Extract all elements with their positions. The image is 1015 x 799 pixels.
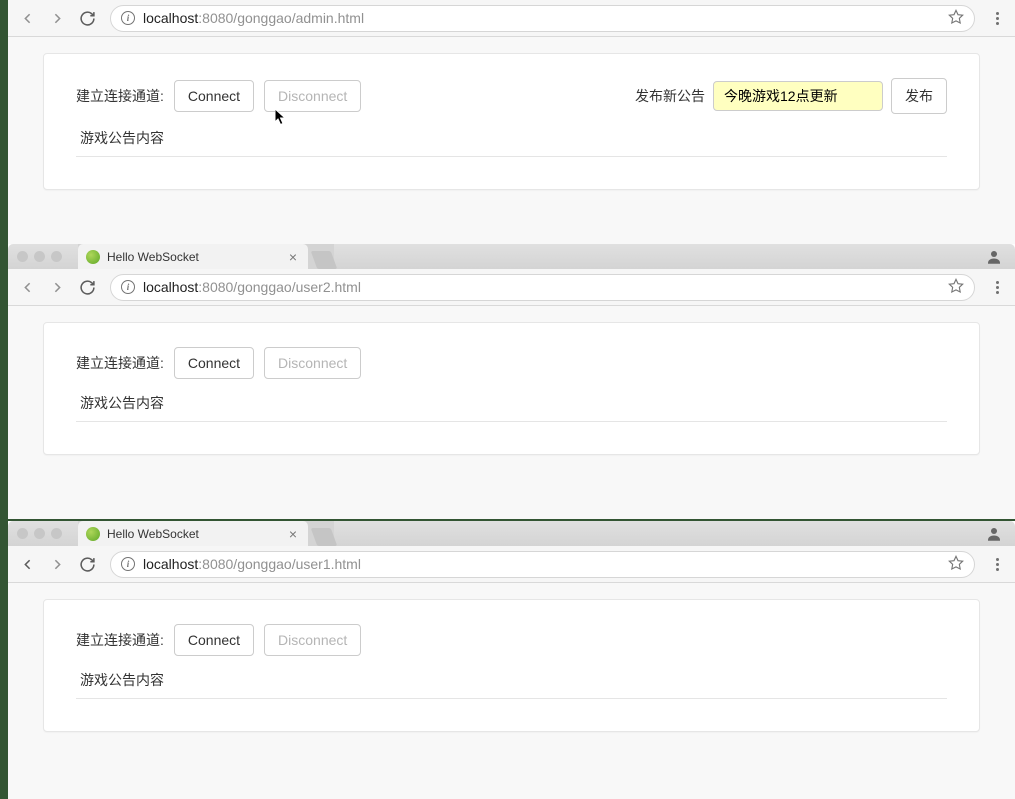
publish-group: 发布新公告 发布: [635, 78, 947, 114]
url-text: localhost:8080/gonggao/admin.html: [143, 10, 364, 26]
browser-window-user1: Hello WebSocket × i localhost:8080/gongg…: [8, 521, 1015, 774]
browser-menu-button[interactable]: [985, 275, 1009, 299]
back-button[interactable]: [14, 274, 40, 300]
close-window-icon[interactable]: [17, 528, 28, 539]
maximize-window-icon[interactable]: [51, 251, 62, 262]
page-content: 建立连接通道: Connect Disconnect 游戏公告内容: [8, 583, 1015, 799]
connect-button[interactable]: Connect: [174, 347, 254, 379]
tab-title: Hello WebSocket: [107, 250, 199, 264]
url-bar[interactable]: i localhost:8080/gonggao/admin.html: [110, 5, 975, 32]
reload-button[interactable]: [74, 274, 100, 300]
title-bar: Hello WebSocket ×: [8, 521, 1015, 546]
page-content: 建立连接通道: Connect Disconnect 游戏公告内容: [8, 306, 1015, 519]
user2-controls-row: 建立连接通道: Connect Disconnect: [76, 347, 947, 379]
connect-label: 建立连接通道:: [76, 353, 164, 373]
connect-label: 建立连接通道:: [76, 630, 164, 650]
favicon-icon: [86, 250, 100, 264]
back-button[interactable]: [14, 5, 40, 31]
browser-window-user2: Hello WebSocket × i localhost:8080/gongg…: [8, 244, 1015, 494]
reload-button[interactable]: [74, 551, 100, 577]
page-content: 建立连接通道: Connect Disconnect 发布新公告 发布 游戏公告…: [8, 37, 1015, 267]
connect-button[interactable]: Connect: [174, 80, 254, 112]
browser-tab[interactable]: Hello WebSocket ×: [78, 521, 308, 546]
bookmark-star-icon[interactable]: [948, 9, 964, 28]
navigation-bar: i localhost:8080/gonggao/admin.html: [8, 0, 1015, 37]
browser-tab[interactable]: Hello WebSocket ×: [78, 244, 308, 269]
forward-button[interactable]: [44, 5, 70, 31]
url-text: localhost:8080/gonggao/user1.html: [143, 556, 361, 572]
new-tab-button[interactable]: [311, 251, 338, 269]
url-bar[interactable]: i localhost:8080/gonggao/user2.html: [110, 274, 975, 301]
user2-card: 建立连接通道: Connect Disconnect 游戏公告内容: [43, 322, 980, 455]
minimize-window-icon[interactable]: [34, 528, 45, 539]
new-tab-button[interactable]: [311, 528, 338, 546]
title-bar: Hello WebSocket ×: [8, 244, 1015, 269]
profile-icon[interactable]: [985, 525, 1003, 543]
browser-menu-button[interactable]: [985, 6, 1009, 30]
disconnect-button[interactable]: Disconnect: [264, 80, 361, 112]
content-title: 游戏公告内容: [76, 393, 947, 422]
admin-card: 建立连接通道: Connect Disconnect 发布新公告 发布 游戏公告…: [43, 53, 980, 190]
publish-button[interactable]: 发布: [891, 78, 947, 114]
site-info-icon[interactable]: i: [121, 557, 135, 571]
profile-icon[interactable]: [985, 248, 1003, 266]
connect-button[interactable]: Connect: [174, 624, 254, 656]
content-title: 游戏公告内容: [76, 670, 947, 699]
window-controls: [17, 528, 62, 539]
maximize-window-icon[interactable]: [51, 528, 62, 539]
user1-card: 建立连接通道: Connect Disconnect 游戏公告内容: [43, 599, 980, 732]
tab-close-icon[interactable]: ×: [286, 249, 300, 265]
url-text: localhost:8080/gonggao/user2.html: [143, 279, 361, 295]
admin-controls-row: 建立连接通道: Connect Disconnect 发布新公告 发布: [76, 78, 947, 114]
browser-window-admin: i localhost:8080/gonggao/admin.html 建立连接…: [8, 0, 1015, 230]
navigation-bar: i localhost:8080/gonggao/user2.html: [8, 269, 1015, 306]
minimize-window-icon[interactable]: [34, 251, 45, 262]
connect-label: 建立连接通道:: [76, 86, 164, 106]
user1-controls-row: 建立连接通道: Connect Disconnect: [76, 624, 947, 656]
navigation-bar: i localhost:8080/gonggao/user1.html: [8, 546, 1015, 583]
tab-close-icon[interactable]: ×: [286, 526, 300, 542]
site-info-icon[interactable]: i: [121, 11, 135, 25]
disconnect-button[interactable]: Disconnect: [264, 347, 361, 379]
tab-title: Hello WebSocket: [107, 527, 199, 541]
tab-bar: Hello WebSocket ×: [78, 521, 334, 546]
content-title: 游戏公告内容: [76, 128, 947, 157]
bookmark-star-icon[interactable]: [948, 278, 964, 297]
reload-button[interactable]: [74, 5, 100, 31]
disconnect-button[interactable]: Disconnect: [264, 624, 361, 656]
site-info-icon[interactable]: i: [121, 280, 135, 294]
favicon-icon: [86, 527, 100, 541]
announcement-input[interactable]: [713, 81, 883, 111]
browser-menu-button[interactable]: [985, 552, 1009, 576]
publish-label: 发布新公告: [635, 86, 705, 106]
tab-bar: Hello WebSocket ×: [78, 244, 334, 269]
url-bar[interactable]: i localhost:8080/gonggao/user1.html: [110, 551, 975, 578]
window-controls: [17, 251, 62, 262]
bookmark-star-icon[interactable]: [948, 555, 964, 574]
forward-button[interactable]: [44, 551, 70, 577]
close-window-icon[interactable]: [17, 251, 28, 262]
back-button[interactable]: [14, 551, 40, 577]
forward-button[interactable]: [44, 274, 70, 300]
